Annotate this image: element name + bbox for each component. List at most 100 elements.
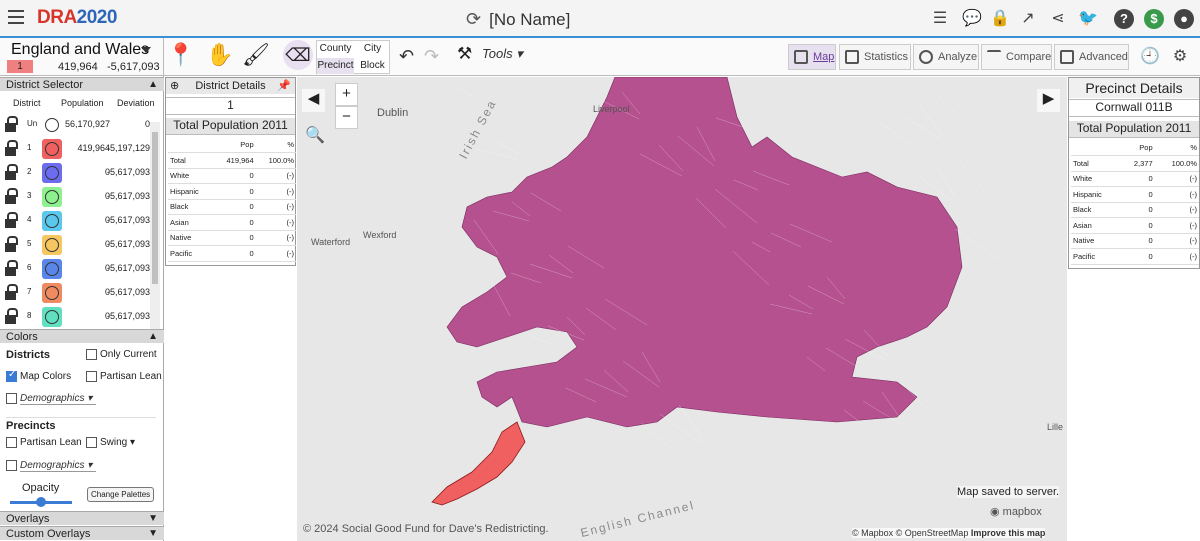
tab-statistics[interactable]: Statistics (839, 44, 911, 70)
tab-map[interactable]: Map (788, 44, 836, 70)
document-title[interactable]: ⟳ [No Name] (466, 9, 570, 30)
lock-icon[interactable]: 🔒 (990, 9, 1010, 29)
district-color-swatch[interactable] (42, 235, 62, 255)
list-icon[interactable]: ☰ (930, 9, 950, 29)
zoom-icon[interactable]: ⊕ (170, 78, 179, 94)
lock-icon[interactable] (5, 164, 18, 180)
district-row[interactable]: Un 56,170,927 0 (0, 113, 150, 137)
lock-icon[interactable] (5, 140, 18, 156)
lock-icon[interactable] (5, 116, 18, 132)
region-deviation: -5,617,093 (107, 61, 160, 73)
collapse-left-icon[interactable]: ◀ (302, 89, 325, 112)
precinct-demographics-dropdown[interactable]: Demographics ▾ (20, 460, 96, 472)
district-row[interactable]: 3 0 -5,617,093 (0, 185, 150, 209)
district-row[interactable]: 2 0 -5,617,093 (0, 161, 150, 185)
district-color-swatch[interactable] (42, 115, 62, 135)
demographics-checkbox[interactable] (6, 393, 17, 404)
district-row[interactable]: 5 0 -5,617,093 (0, 233, 150, 257)
row-label: Native (168, 230, 213, 246)
open-external-icon[interactable]: ↗ (1018, 9, 1038, 29)
precinct-boundary-line (640, 422, 672, 450)
district-row[interactable]: 1 419,964 -5,197,129 (0, 137, 150, 161)
swing-dropdown[interactable]: Swing ▾ (100, 437, 135, 448)
lock-icon[interactable] (5, 212, 18, 228)
region-selector[interactable]: England and Wales 1 419,964 -5,617,093 (0, 38, 164, 76)
magnifier-icon[interactable]: 🔍 (305, 125, 325, 145)
donate-icon[interactable]: $ (1144, 9, 1164, 29)
district-list-scrollbar[interactable] (150, 122, 160, 329)
mode-county[interactable]: County (317, 41, 354, 57)
brush-icon[interactable]: 🖌 (242, 42, 270, 68)
chevron-down-icon[interactable]: ▼ (148, 512, 158, 526)
undo-icon[interactable]: ↶ (399, 46, 414, 67)
settings-gear-icon[interactable]: ⚙ (1170, 47, 1190, 67)
collapse-right-icon[interactable]: ▶ (1037, 89, 1060, 112)
chevron-up-icon[interactable]: ▲ (148, 330, 158, 344)
district-color-swatch[interactable] (42, 187, 62, 207)
chevron-down-icon[interactable]: ▼ (148, 527, 158, 541)
district-row[interactable]: 7 0 -5,617,093 (0, 281, 150, 305)
lock-icon[interactable] (5, 188, 18, 204)
district-row[interactable]: 6 0 -5,617,093 (0, 257, 150, 281)
col-population: Population (61, 98, 104, 108)
district-color-swatch[interactable] (42, 139, 62, 159)
history-icon[interactable]: 🕘 (1140, 47, 1160, 67)
twitter-icon[interactable]: 🐦 (1078, 9, 1098, 29)
lock-icon[interactable] (5, 284, 18, 300)
map-colors-checkbox[interactable] (6, 369, 17, 382)
app-logo[interactable]: DRA2020 (37, 7, 117, 29)
district-selector-header[interactable]: District Selector ▲ (0, 77, 164, 91)
tools-menu[interactable]: Tools ▾ (482, 46, 523, 62)
partisan-lean-checkbox[interactable] (86, 371, 97, 382)
redo-icon[interactable]: ↷ (424, 46, 439, 67)
district-color-swatch[interactable] (42, 163, 62, 183)
custom-overlays-header[interactable]: Custom Overlays ▼ (0, 526, 164, 540)
district-row[interactable]: 4 0 -5,617,093 (0, 209, 150, 233)
tools-icon[interactable]: ⚒ (457, 44, 472, 64)
mapbox-logo[interactable]: ◉ mapbox (990, 505, 1042, 518)
pin-icon[interactable]: 📌 (277, 78, 291, 94)
district-color-swatch[interactable] (42, 211, 62, 231)
tab-analyze[interactable]: Analyze (913, 44, 979, 70)
mode-block[interactable]: Block (354, 58, 391, 74)
share-icon[interactable]: ⋖ (1048, 9, 1068, 29)
refresh-icon[interactable]: ⟳ (466, 9, 481, 29)
hand-icon[interactable]: ✋ (206, 42, 233, 68)
tab-advanced[interactable]: Advanced (1054, 44, 1129, 70)
eraser-icon[interactable]: ⌫ (283, 40, 313, 70)
colors-header[interactable]: Colors ▲ (0, 329, 164, 343)
district-color-swatch[interactable] (42, 307, 62, 327)
add-pin-icon[interactable]: 📍 (167, 42, 194, 68)
zoom-out-button[interactable]: − (335, 106, 358, 129)
map-canvas[interactable] (297, 77, 1067, 541)
map-view[interactable]: + − 🔍 ◀ ▶ Dublin Liverpool Waterford Wex… (297, 77, 1067, 541)
district-row[interactable]: 8 0 -5,617,093 (0, 305, 150, 329)
improve-map-link[interactable]: Improve this map (971, 528, 1046, 538)
help-icon[interactable]: ? (1114, 9, 1134, 29)
attribution-text[interactable]: © Mapbox © OpenStreetMap (852, 528, 968, 538)
lock-icon[interactable] (5, 236, 18, 252)
hamburger-menu-icon[interactable] (8, 10, 24, 24)
demographics-dropdown[interactable]: Demographics ▾ (20, 393, 96, 405)
scrollbar-thumb[interactable] (152, 132, 158, 284)
precinct-demographics-checkbox[interactable] (6, 460, 17, 471)
change-palettes-button[interactable]: Change Palettes (87, 487, 155, 502)
chevron-down-icon[interactable] (141, 47, 151, 53)
tab-compare[interactable]: Compare (981, 44, 1052, 70)
mode-precinct[interactable]: Precinct (317, 58, 354, 74)
chevron-up-icon[interactable]: ▲ (148, 78, 158, 92)
account-icon[interactable]: ● (1174, 9, 1194, 29)
only-current-checkbox[interactable] (86, 349, 97, 360)
zoom-in-button[interactable]: + (335, 83, 358, 106)
district-color-swatch[interactable] (42, 283, 62, 303)
precinct-partisan-lean-checkbox[interactable] (6, 437, 17, 448)
lock-icon[interactable] (5, 260, 18, 276)
swing-label: Swing (100, 437, 128, 448)
district-color-swatch[interactable] (42, 259, 62, 279)
opacity-slider-handle[interactable] (36, 497, 46, 507)
overlays-header[interactable]: Overlays ▼ (0, 511, 164, 525)
swing-checkbox[interactable] (86, 437, 97, 448)
lock-icon[interactable] (5, 308, 18, 324)
mode-city[interactable]: City (354, 41, 391, 57)
comment-icon[interactable]: 💬 (962, 9, 982, 29)
